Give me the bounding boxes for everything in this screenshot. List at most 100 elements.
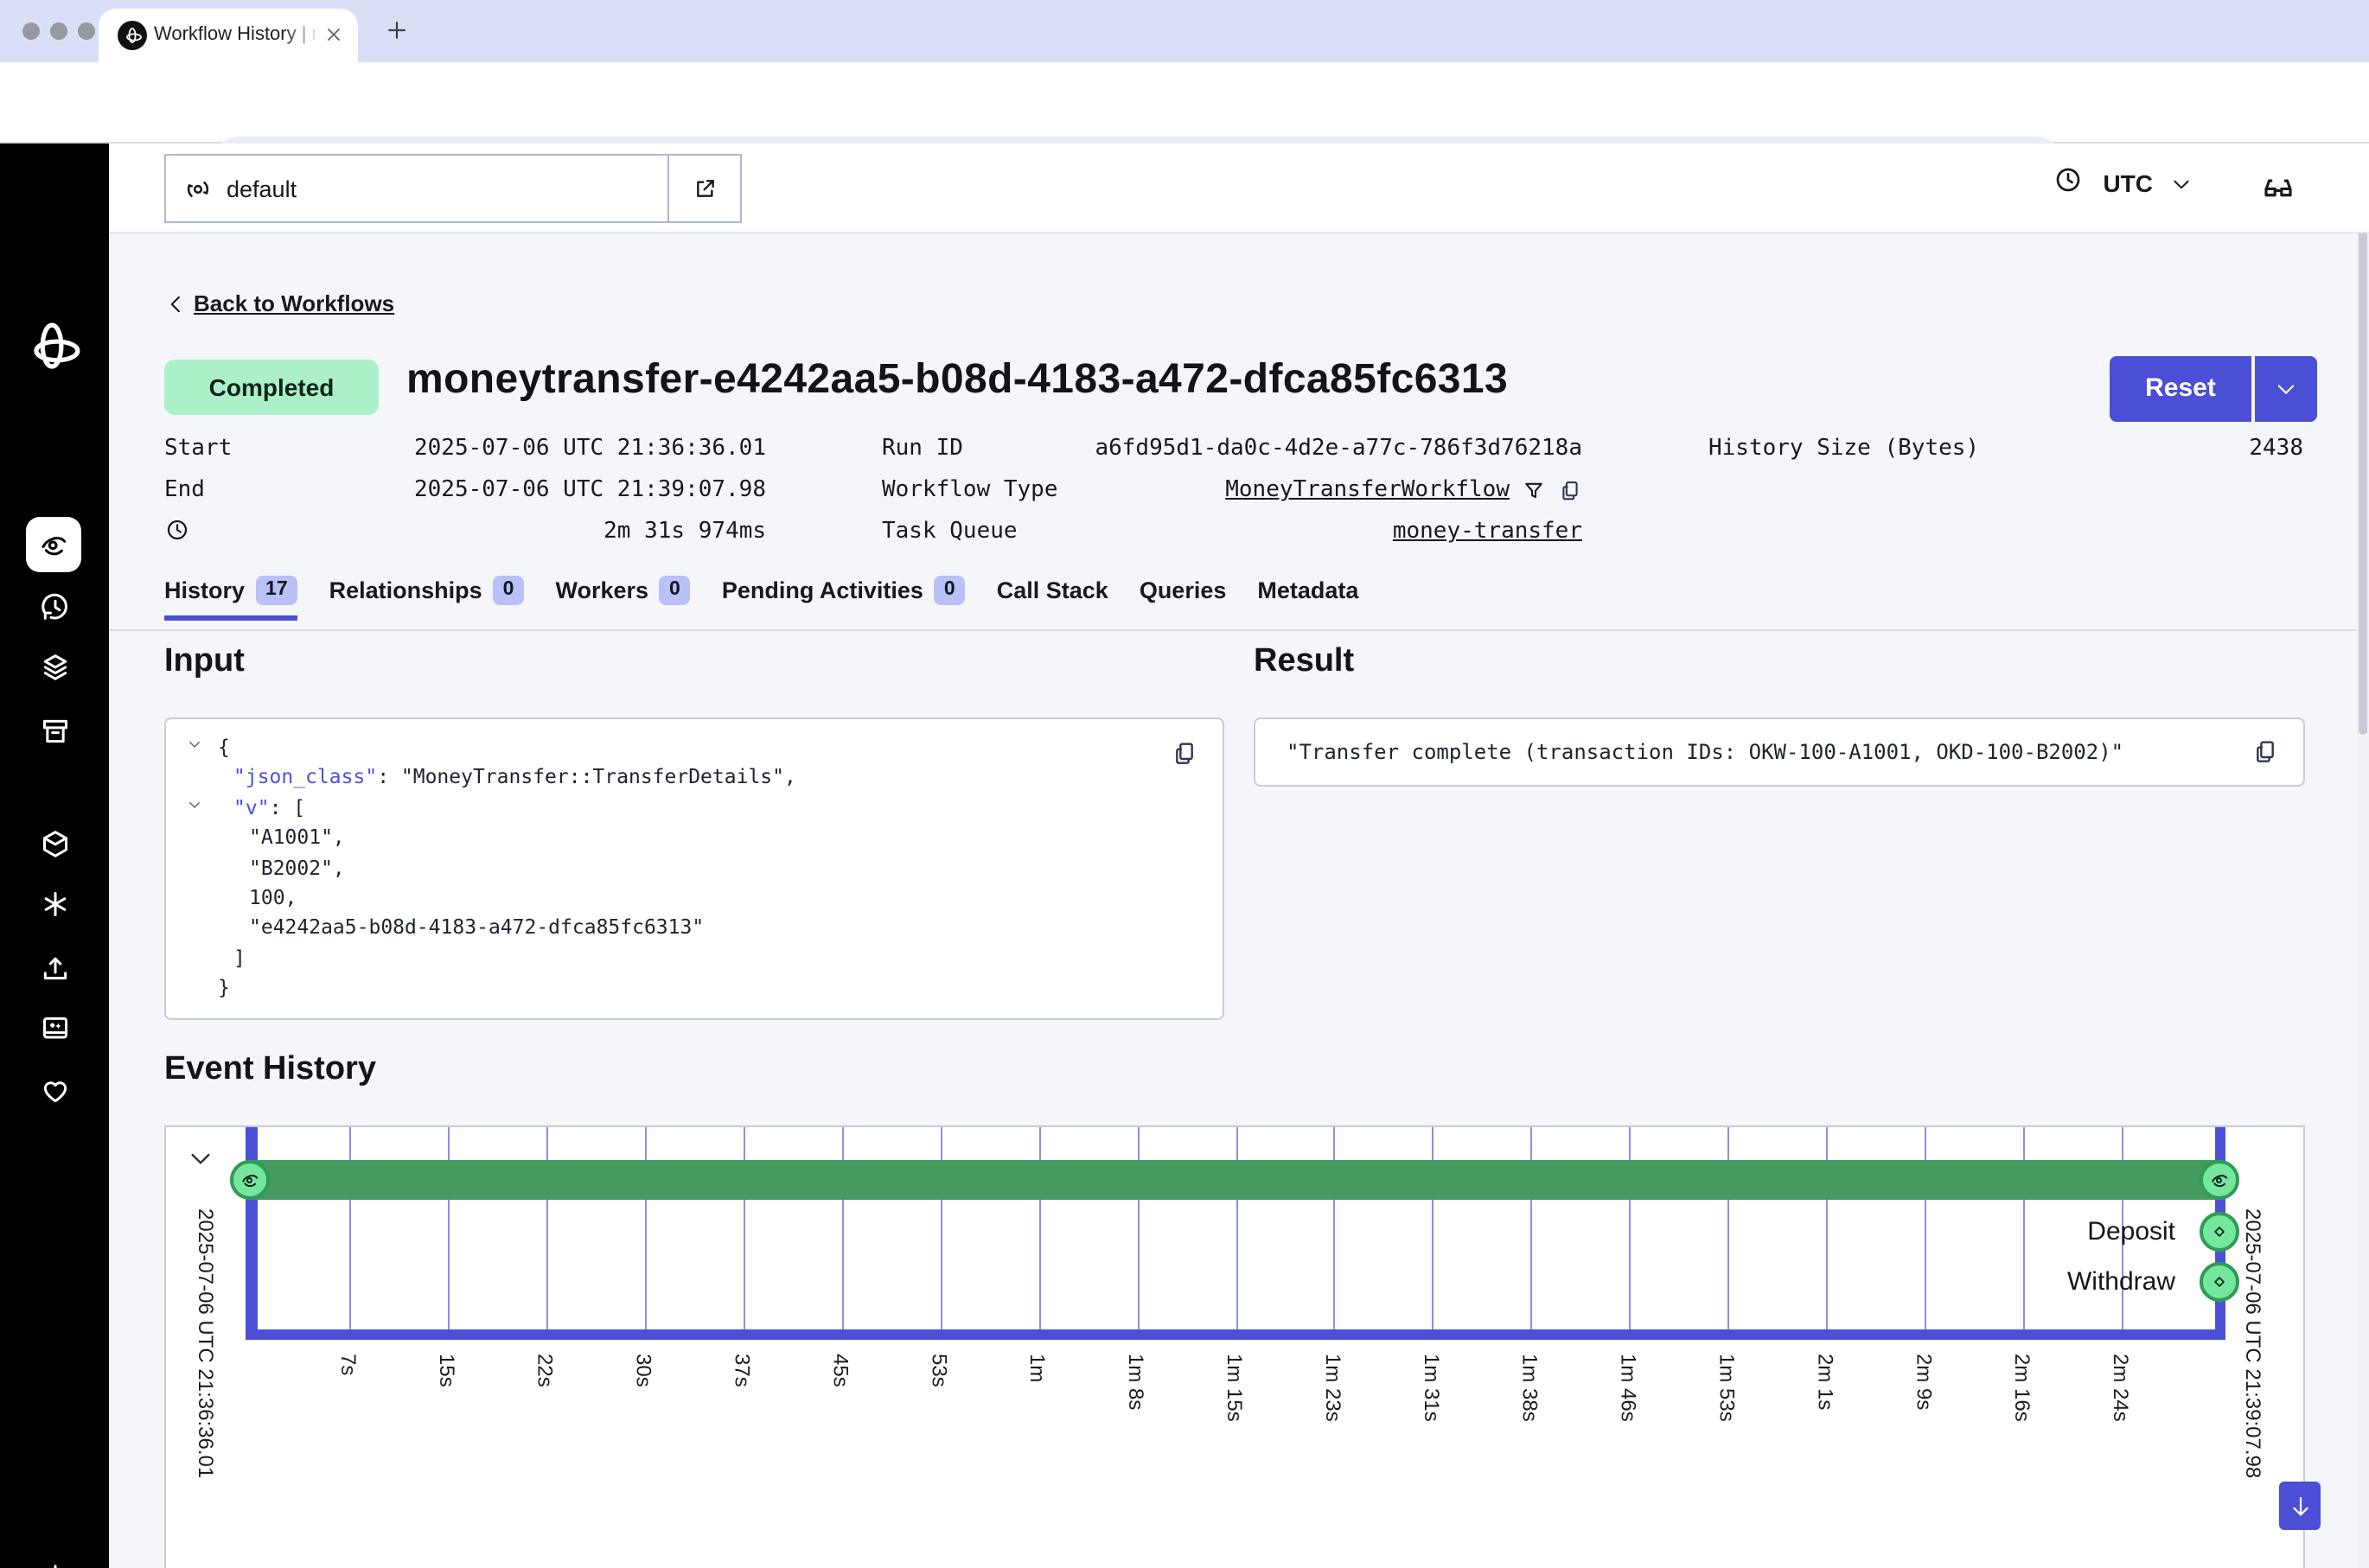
gridline (1433, 1127, 1434, 1329)
json-text: : [ (270, 795, 306, 819)
json-line: "e4242aa5-b08d-4183-a472-dfca85fc6313" (166, 914, 1223, 944)
tab-relationships[interactable]: Relationships0 (329, 576, 525, 615)
labs-glasses-icon[interactable] (2260, 169, 2296, 206)
reset-button[interactable]: Reset (2110, 356, 2251, 422)
scroll-to-bottom-button[interactable] (2279, 1482, 2321, 1530)
timeline-start-boundary (246, 1127, 257, 1340)
axis-tick-label: 15s (435, 1354, 459, 1387)
workflow-start-node[interactable] (230, 1159, 270, 1199)
sidebar-item-workflows[interactable] (26, 517, 81, 572)
json-line: ] (166, 944, 1223, 974)
temporal-logo-icon[interactable] (24, 318, 85, 379)
copy-icon[interactable] (1558, 478, 1582, 502)
event-history-timeline: DepositWithdraw 2025-07-06 UTC 21:36:36.… (164, 1125, 2305, 1568)
browser-toolbar: localhost:8080/namespaces/default/workfl… (0, 62, 2369, 143)
browser-tab-strip: Workflow History | moneytran (0, 0, 2369, 62)
timeline-collapse-chevron-icon[interactable] (187, 1144, 214, 1172)
task-queue-link[interactable]: money-transfer (968, 519, 1582, 545)
run-id-value: a6fd95d1-da0c-4d2e-a77c-786f3d76218a (968, 436, 1582, 462)
new-tab-button[interactable] (384, 17, 410, 43)
tab-metadata[interactable]: Metadata (1257, 577, 1358, 614)
json-text: "A1001", (249, 825, 345, 849)
tab-call-stack[interactable]: Call Stack (997, 577, 1108, 614)
tabs-divider (109, 629, 2369, 631)
input-json: {"json_class": "MoneyTransfer::TransferD… (166, 733, 1223, 1004)
tab-queries[interactable]: Queries (1140, 577, 1227, 614)
axis-tick-label: 30s (632, 1354, 656, 1387)
window-close-button[interactable] (22, 22, 40, 40)
tab-label: Metadata (1257, 577, 1358, 603)
sidebar-item-feedback[interactable] (37, 1074, 72, 1108)
timezone-selector[interactable]: UTC (2103, 169, 2153, 197)
sidebar-item-docs[interactable] (37, 1011, 72, 1046)
json-text: "B2002", (249, 855, 345, 879)
json-text: "e4242aa5-b08d-4183-a472-dfca85fc6313" (249, 915, 704, 940)
axis-tick-label: 2m 1s (1813, 1354, 1837, 1410)
workflow-tabs: History17Relationships0Workers0Pending A… (164, 576, 1358, 615)
history-size-label: History Size (Bytes) (1708, 436, 1979, 462)
reset-menu-button[interactable] (2255, 356, 2317, 422)
tab-history[interactable]: History17 (164, 576, 298, 615)
tab-workers[interactable]: Workers0 (555, 576, 690, 615)
copy-icon[interactable] (1171, 740, 1198, 768)
gridline (1236, 1127, 1237, 1329)
axis-tick-label: 37s (731, 1354, 755, 1387)
gridline (1334, 1127, 1336, 1329)
axis-tick-label: 1m 53s (1715, 1354, 1740, 1422)
input-heading: Input (164, 643, 245, 681)
workflow-type-link[interactable]: MoneyTransferWorkflow (1225, 477, 1510, 503)
main-content: Back to Workflows Completed moneytransfe… (109, 233, 2369, 1568)
json-collapse-chevron-icon[interactable] (187, 797, 202, 813)
event-history-heading: Event History (164, 1051, 376, 1089)
namespace-name: default (227, 176, 297, 202)
end-label: End (164, 477, 205, 503)
gridline (1038, 1127, 1040, 1329)
gridline (349, 1127, 351, 1329)
activity-node-withdraw[interactable] (2200, 1262, 2239, 1302)
timeline-start-timestamp: 2025-07-06 UTC 21:36:36.01 (194, 1208, 218, 1478)
sidebar-item-batch-operations[interactable] (37, 650, 72, 685)
tab-label: Queries (1140, 577, 1227, 603)
tab-pending-activities[interactable]: Pending Activities 0 (722, 576, 966, 615)
browser-tab[interactable]: Workflow History | moneytran (99, 9, 358, 62)
tab-count-badge: 0 (934, 576, 966, 605)
json-collapse-chevron-icon[interactable] (187, 736, 202, 752)
gridline (1137, 1127, 1139, 1329)
axis-tick-label: 22s (533, 1354, 558, 1387)
tab-label: Relationships (329, 577, 482, 603)
sidebar-item-schedules[interactable] (37, 590, 72, 624)
json-key: "v" (233, 795, 270, 819)
start-label: Start (164, 436, 232, 462)
filter-funnel-icon[interactable] (1522, 478, 1546, 502)
activity-label-deposit: Deposit (1895, 1216, 2175, 1246)
back-to-workflows-link[interactable]: Back to Workflows (194, 290, 394, 316)
tab-label: Pending Activities (722, 577, 923, 603)
window-minimize-button[interactable] (50, 22, 67, 40)
gridline (1630, 1127, 1631, 1329)
app-top-bar: default UTC (109, 143, 2369, 233)
namespace-selector[interactable]: default (164, 154, 742, 223)
activity-node-deposit[interactable] (2200, 1211, 2239, 1251)
scrollbar-thumb[interactable] (2359, 233, 2367, 735)
json-text: : "MoneyTransfer::TransferDetails", (377, 765, 796, 789)
timezone-chevron-down-icon[interactable] (2170, 173, 2193, 195)
sidebar-item-import[interactable] (37, 951, 72, 985)
workflow-type-row: MoneyTransferWorkflow (968, 477, 1582, 503)
sidebar-item-archive[interactable] (37, 714, 72, 749)
window-zoom-button[interactable] (78, 22, 95, 40)
theme-toggle-sun-icon[interactable] (37, 1561, 72, 1568)
json-line: "A1001", (166, 823, 1223, 853)
copy-icon[interactable] (2251, 738, 2279, 766)
tab-close-icon[interactable] (323, 24, 344, 45)
workflow-execution-span[interactable] (251, 1160, 2220, 1200)
json-line: "json_class": "MoneyTransfer::TransferDe… (166, 763, 1223, 794)
sidebar-item-nexus[interactable] (37, 887, 72, 921)
json-line: } (166, 974, 1223, 1004)
clock-icon (2053, 164, 2084, 195)
back-chevron-icon[interactable] (164, 292, 188, 316)
namespace-external-link-button[interactable] (667, 156, 740, 221)
sidebar-item-deployments[interactable] (37, 826, 72, 861)
workflow-end-node[interactable] (2200, 1159, 2239, 1199)
sidebar-nav: 2.34.0 (0, 143, 109, 1568)
axis-tick-label: 2m 16s (2010, 1354, 2034, 1422)
